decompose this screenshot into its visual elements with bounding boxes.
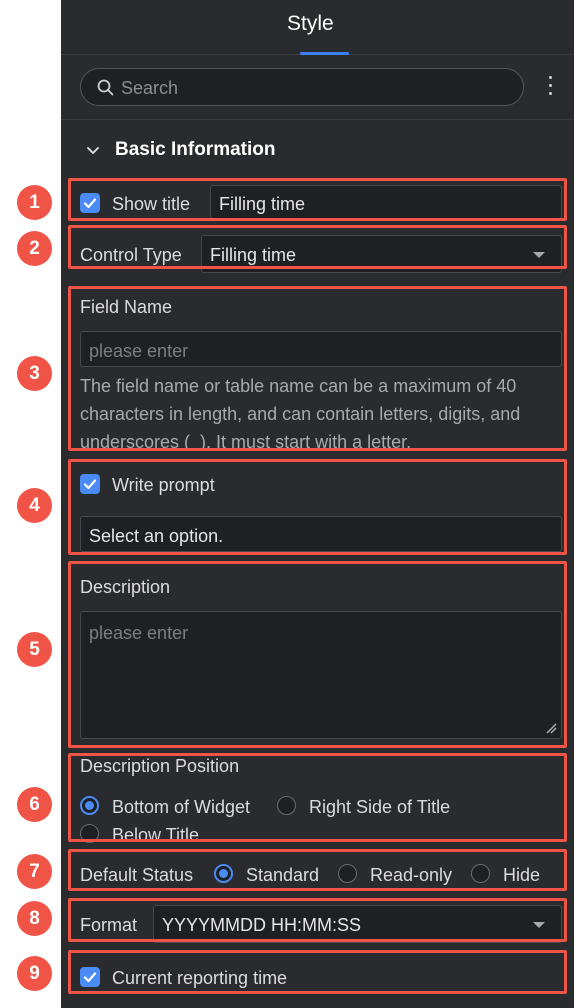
annotation-box-7 bbox=[68, 849, 567, 891]
annotation-box-9 bbox=[68, 950, 567, 994]
annotation-badge-7: 7 bbox=[17, 854, 52, 889]
active-tab-indicator bbox=[300, 52, 349, 55]
annotation-box-4 bbox=[68, 459, 567, 555]
more-options-icon[interactable] bbox=[547, 76, 553, 98]
annotation-badge-5: 5 bbox=[17, 632, 52, 667]
basic-information-header[interactable]: Basic Information bbox=[85, 138, 275, 162]
annotation-box-3 bbox=[68, 286, 567, 451]
annotation-badge-2: 2 bbox=[17, 231, 52, 266]
annotation-box-8 bbox=[68, 898, 567, 942]
search-icon bbox=[97, 79, 114, 96]
annotation-box-2 bbox=[68, 225, 567, 269]
tab-bar: Style bbox=[61, 0, 574, 55]
section-title: Basic Information bbox=[115, 139, 276, 160]
annotation-box-5 bbox=[68, 561, 567, 748]
search-input[interactable] bbox=[121, 73, 511, 103]
annotation-badge-1: 1 bbox=[17, 185, 52, 220]
chevron-down-icon bbox=[87, 147, 99, 154]
annotation-badge-3: 3 bbox=[17, 356, 52, 391]
divider bbox=[61, 119, 574, 120]
annotation-box-1 bbox=[68, 178, 567, 221]
annotation-badge-6: 6 bbox=[17, 787, 52, 822]
annotation-badge-8: 8 bbox=[17, 901, 52, 936]
tab-style[interactable]: Style bbox=[287, 12, 334, 36]
annotation-box-6 bbox=[68, 753, 567, 842]
annotation-badge-9: 9 bbox=[17, 956, 52, 991]
annotation-badge-4: 4 bbox=[17, 488, 52, 523]
search-box[interactable] bbox=[80, 68, 524, 106]
